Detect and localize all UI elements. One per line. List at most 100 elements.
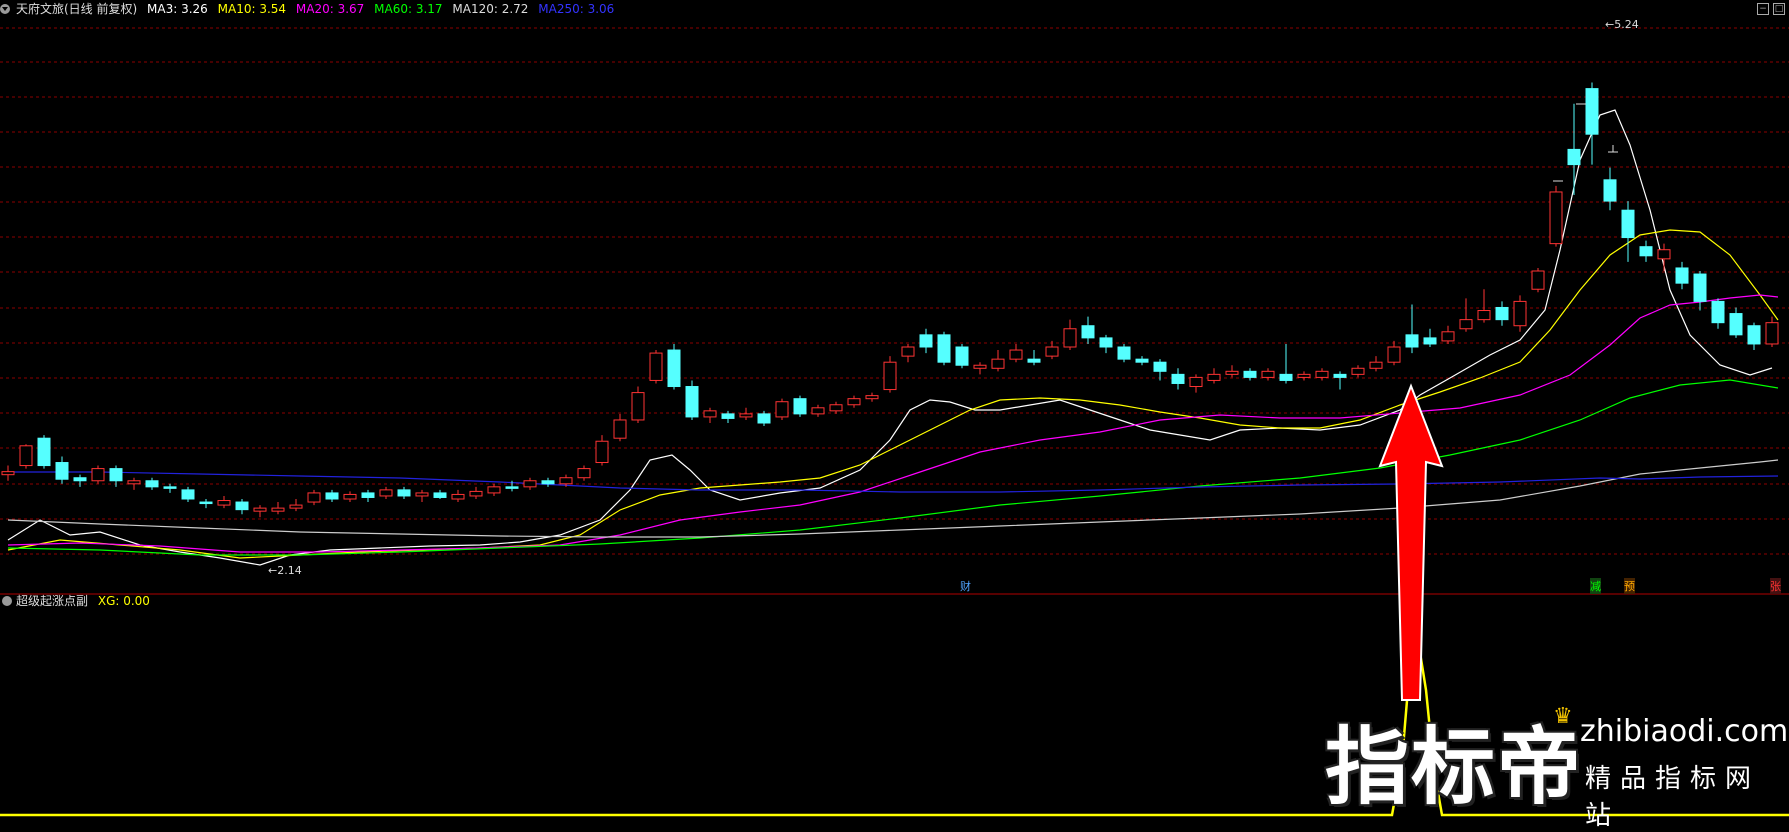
candle-body xyxy=(19,445,33,467)
candle xyxy=(1297,371,1311,381)
candle-body xyxy=(1,471,15,476)
candle-body xyxy=(1729,313,1743,336)
candle-body xyxy=(1081,325,1095,339)
candle-body xyxy=(1315,370,1329,378)
candle xyxy=(163,483,177,493)
watermark-logo: 指标帝 ♛ zhibiaodi.com 精品指标网站 xyxy=(1325,700,1788,831)
candle-body xyxy=(1495,306,1509,321)
candle xyxy=(1603,167,1617,211)
candle xyxy=(1405,304,1419,354)
event-marker-zhang[interactable]: 张 xyxy=(1770,578,1781,594)
candle-body xyxy=(1711,300,1725,324)
candle xyxy=(1279,343,1293,384)
candle-body xyxy=(793,398,807,415)
candle-body xyxy=(1459,319,1473,330)
candle xyxy=(1639,240,1653,262)
arrow-shape xyxy=(1378,383,1444,701)
event-marker-forecast[interactable]: 预 xyxy=(1624,578,1635,594)
sub-chart-legend: 超级起涨点副 XG: 0.00 xyxy=(0,592,156,610)
ma3-line xyxy=(7,109,1773,566)
candle xyxy=(1351,365,1365,378)
candle-body xyxy=(973,364,987,369)
candle xyxy=(1441,325,1455,344)
candle xyxy=(307,489,321,506)
candle xyxy=(1621,201,1635,262)
candle-body xyxy=(217,500,231,506)
candle xyxy=(1765,316,1779,347)
candle-body xyxy=(469,490,483,497)
candle-body xyxy=(1171,373,1185,384)
candle xyxy=(1243,368,1257,381)
candle xyxy=(415,489,429,503)
candle xyxy=(937,331,951,366)
candle-body xyxy=(487,486,501,494)
candle xyxy=(1027,350,1041,366)
candle xyxy=(703,407,717,423)
candle xyxy=(271,502,285,515)
candle-body xyxy=(55,462,69,480)
candle xyxy=(1045,340,1059,360)
sub-collapse-icon[interactable] xyxy=(2,596,12,606)
candle-body xyxy=(811,407,825,415)
candle xyxy=(127,477,141,490)
candle-body xyxy=(1351,367,1365,375)
price-chart[interactable] xyxy=(0,0,1789,818)
candle xyxy=(631,386,645,423)
candle xyxy=(325,489,339,503)
candle-body xyxy=(559,477,573,485)
candle-body xyxy=(307,492,321,503)
candle-body xyxy=(739,413,753,418)
low-price-label: ←2.14 xyxy=(268,564,302,577)
candle xyxy=(883,356,897,393)
indicator-name: 超级起涨点副 xyxy=(16,594,89,608)
candle-body xyxy=(271,507,285,512)
candle-body xyxy=(451,493,465,500)
candle xyxy=(487,483,501,496)
candle xyxy=(1315,368,1329,381)
candle xyxy=(1459,298,1473,332)
candle xyxy=(847,395,861,408)
candle xyxy=(1099,334,1113,354)
candle-body xyxy=(613,419,627,439)
candle-body xyxy=(775,401,789,418)
candle-body xyxy=(1297,373,1311,378)
candle xyxy=(469,486,483,499)
candle-body xyxy=(649,352,663,381)
candle-body xyxy=(505,486,519,489)
candle-body xyxy=(1333,373,1347,378)
candle xyxy=(1135,356,1149,366)
candle xyxy=(541,477,555,487)
ma120-line xyxy=(7,459,1779,538)
candle xyxy=(73,474,87,487)
event-marker-finance[interactable]: 财 xyxy=(960,578,971,594)
candle-body xyxy=(1207,373,1221,381)
candle xyxy=(523,477,537,490)
candle-body xyxy=(1153,361,1167,372)
candle xyxy=(595,435,609,466)
candle-body xyxy=(757,413,771,424)
candle-body xyxy=(73,477,87,482)
crown-icon: ♛ xyxy=(1553,704,1573,729)
candle xyxy=(433,489,447,499)
ma60-line xyxy=(7,379,1779,556)
candle xyxy=(91,465,105,484)
moving-average-lines xyxy=(7,109,1779,566)
candle xyxy=(1675,261,1689,290)
stock-chart-window[interactable]: 天府文旅(日线 前复权) MA3: 3.26 MA10: 3.54 MA20: … xyxy=(0,0,1789,831)
candle-body xyxy=(1135,358,1149,363)
red-up-arrow xyxy=(1378,383,1444,701)
candle-body xyxy=(1747,325,1761,345)
candle xyxy=(289,499,303,512)
candle xyxy=(1549,185,1563,247)
candle-body xyxy=(595,440,609,464)
candle-body xyxy=(1387,346,1401,363)
candle-body xyxy=(325,492,339,500)
candle xyxy=(451,489,465,503)
candle xyxy=(919,328,933,354)
candle-body xyxy=(109,468,123,482)
candle xyxy=(1225,365,1239,378)
candle xyxy=(1081,316,1095,344)
candle xyxy=(55,456,69,484)
event-marker-reduce[interactable]: 减 xyxy=(1590,578,1601,594)
candle-body xyxy=(847,398,861,406)
